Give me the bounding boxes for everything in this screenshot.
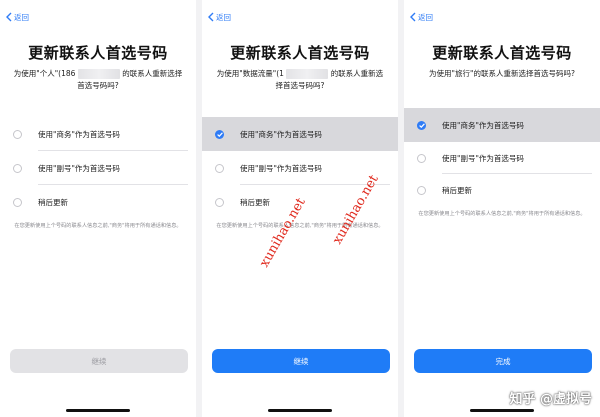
option-business[interactable]: 使用"商务"作为首选号码 [202, 117, 398, 151]
radio-checked-icon[interactable] [417, 120, 426, 130]
description-text-start: 为使用"个人"(186 [13, 69, 76, 78]
chevron-left-icon [410, 12, 416, 22]
radio-empty-icon[interactable] [13, 163, 22, 173]
option-label: 使用"副号"作为首选号码 [442, 153, 524, 163]
continue-button[interactable]: 继续 [10, 349, 188, 373]
back-button[interactable]: 返回 [6, 10, 29, 24]
radio-empty-icon[interactable] [13, 197, 22, 207]
back-label: 返回 [14, 12, 29, 22]
home-indicator [66, 409, 130, 412]
option-secondary[interactable]: 使用"副号"作为首选号码 [404, 142, 600, 174]
redacted-number [286, 69, 329, 79]
option-label: 稍后更新 [240, 197, 270, 207]
radio-empty-icon[interactable] [215, 197, 224, 207]
option-label: 使用"商务"作为首选号码 [240, 129, 322, 139]
back-button[interactable]: 返回 [208, 10, 231, 24]
brand-watermark: 知乎 @虚拟号 [509, 392, 592, 407]
option-label: 稍后更新 [442, 185, 472, 195]
option-label: 使用"副号"作为首选号码 [38, 163, 120, 173]
option-list: 使用"商务"作为首选号码 使用"副号"作为首选号码 稍后更新 [404, 108, 600, 206]
radio-empty-icon[interactable] [13, 129, 22, 139]
page-description: 为使用"个人"(186 的联系人重新选择首选号码吗? [12, 68, 184, 92]
redacted-number [77, 69, 120, 79]
option-label: 使用"商务"作为首选号码 [38, 129, 120, 139]
radio-checked-icon[interactable] [215, 129, 224, 139]
page-title: 更新联系人首选号码 [28, 44, 168, 62]
continue-button[interactable]: 继续 [212, 349, 390, 373]
back-label: 返回 [216, 12, 231, 22]
description-text-start: 为使用"旅行"的联系人重新选择首选号码吗? [429, 69, 575, 78]
option-list: 使用"商务"作为首选号码 使用"副号"作为首选号码 稍后更新 [0, 117, 196, 219]
back-label: 返回 [418, 12, 433, 22]
home-indicator [268, 409, 332, 412]
option-later[interactable]: 稍后更新 [404, 174, 600, 206]
chevron-left-icon [208, 12, 214, 22]
page-description: 为使用"旅行"的联系人重新选择首选号码吗? [416, 68, 588, 80]
description-text-start: 为使用"数据流量"(1 [216, 69, 284, 78]
screen-panel-3: 返回 更新联系人首选号码 为使用"旅行"的联系人重新选择首选号码吗? 使用"商务… [404, 0, 600, 417]
screen-panel-1: 返回 更新联系人首选号码 为使用"个人"(186 的联系人重新选择首选号码吗? … [0, 0, 196, 417]
footnote: 在您更新使用上个号码的联系人信息之前,"商务"将用于所有通话和信息。 [418, 211, 586, 217]
checkmark-icon [418, 122, 425, 128]
option-business[interactable]: 使用"商务"作为首选号码 [0, 117, 196, 151]
option-label: 使用"商务"作为首选号码 [442, 120, 524, 130]
option-business[interactable]: 使用"商务"作为首选号码 [404, 108, 600, 142]
option-later[interactable]: 稍后更新 [0, 185, 196, 219]
radio-empty-icon[interactable] [417, 185, 426, 195]
done-button[interactable]: 完成 [414, 349, 592, 373]
option-label: 使用"副号"作为首选号码 [240, 163, 322, 173]
radio-empty-icon[interactable] [215, 163, 224, 173]
radio-empty-icon[interactable] [417, 153, 426, 163]
back-button[interactable]: 返回 [410, 10, 433, 24]
checkmark-icon [216, 131, 223, 137]
option-label: 稍后更新 [38, 197, 68, 207]
chevron-left-icon [6, 12, 12, 22]
home-indicator [470, 409, 534, 412]
footnote: 在您更新使用上个号码的联系人信息之前,"商务"将用于所有通话和信息。 [216, 223, 384, 229]
footnote: 在您更新使用上个号码的联系人信息之前,"商务"将用于所有通话和信息。 [14, 223, 182, 229]
page-title: 更新联系人首选号码 [432, 44, 572, 62]
page-description: 为使用"数据流量"(1 的联系人重新选择首选号码吗? [214, 68, 386, 92]
option-secondary[interactable]: 使用"副号"作为首选号码 [0, 151, 196, 185]
page-title: 更新联系人首选号码 [230, 44, 370, 62]
